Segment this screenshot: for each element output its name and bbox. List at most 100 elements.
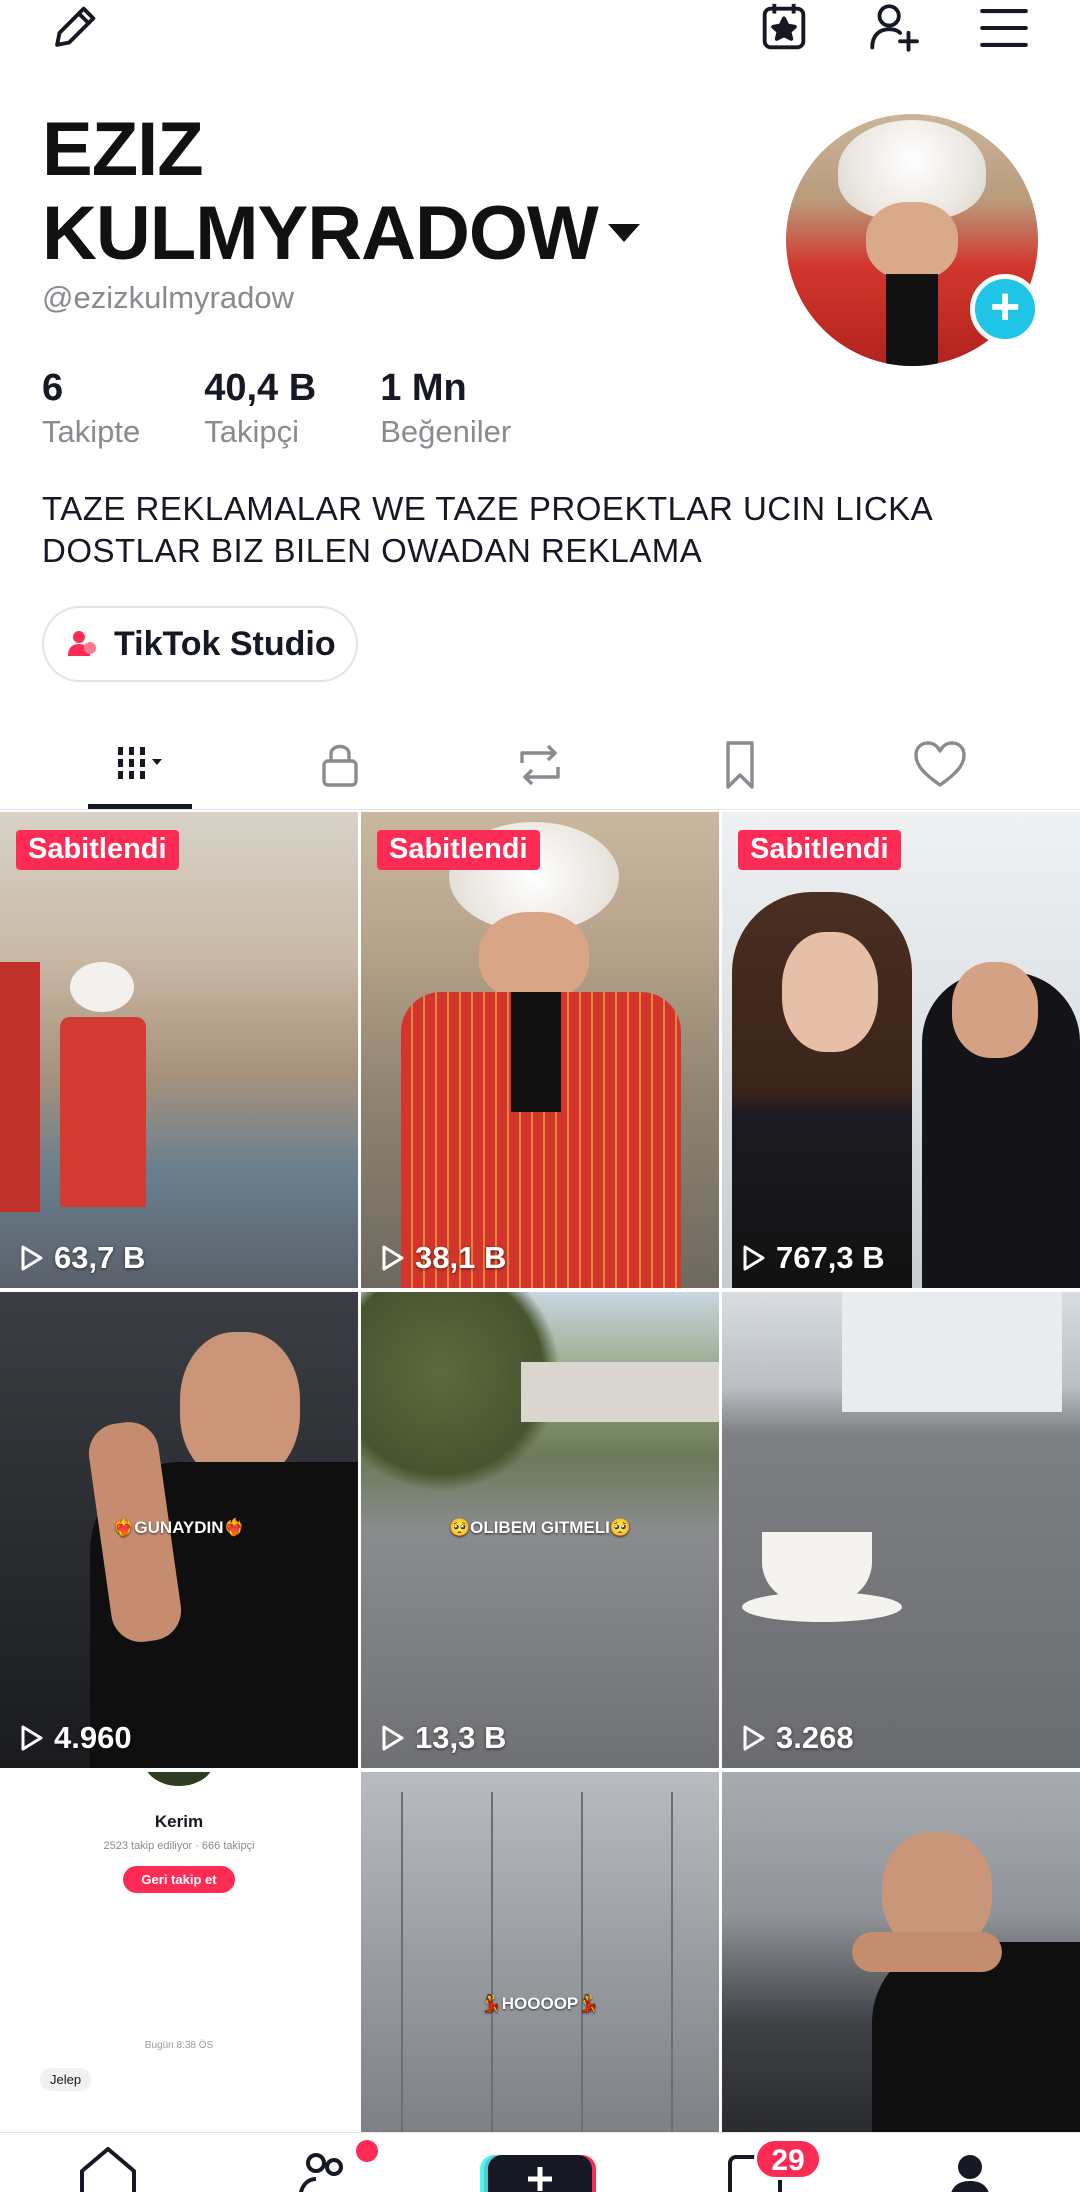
thumb-1-robes-rack-shape — [0, 962, 40, 1212]
menu-icon[interactable] — [972, 0, 1036, 56]
thumb-5-wall-shape — [521, 1362, 719, 1422]
thumb-6-saucer-shape — [742, 1592, 902, 1622]
play-icon — [382, 1725, 404, 1751]
tab-liked[interactable] — [880, 720, 1000, 810]
thumb-7-avatar-shape — [144, 1772, 214, 1786]
lock-icon — [322, 744, 358, 787]
thumb-8-locker-line-4 — [671, 1792, 673, 2132]
avatar-shirt-shape — [886, 274, 938, 366]
bio-line-1: TAZE REKLAMALAR WE TAZE PROEKTLAR UCIN L… — [42, 490, 934, 527]
stat-followers[interactable]: 40,4 B Takipçi — [204, 366, 316, 452]
repost-icon — [520, 744, 560, 786]
video-tile-1[interactable]: Sabitlendi 63,7 B — [0, 812, 358, 1288]
video-caption: ❤️‍🔥GUNAYDIN❤️‍🔥 — [113, 1518, 245, 1537]
add-friend-icon[interactable] — [862, 0, 926, 56]
thumb-8-locker-line-2 — [491, 1792, 493, 2132]
video-tile-3[interactable]: Sabitlendi 767,3 B — [722, 812, 1080, 1288]
view-count-value: 3.268 — [776, 1720, 854, 1755]
video-tile-9[interactable] — [722, 1772, 1080, 2132]
pinned-badge: Sabitlendi — [377, 830, 540, 870]
add-story-plus-icon[interactable]: + — [970, 274, 1040, 344]
mini-profile-name: Kerim — [154, 1812, 204, 1831]
thumb-1-hat-shape — [70, 962, 134, 1012]
stat-following-label: Takipte — [42, 414, 141, 449]
videos-grid-icon — [118, 747, 162, 779]
inbox-badge: 29 — [754, 2138, 822, 2180]
mini-chip: Jelep — [40, 2068, 92, 2091]
tab-reposts[interactable] — [480, 720, 600, 810]
pinned-badge: Sabitlendi — [738, 830, 901, 870]
thumb-2-face-shape — [479, 912, 589, 1002]
tab-private[interactable] — [280, 720, 400, 810]
profile-handle: @ezizkulmyradow — [42, 280, 294, 315]
video-tile-4[interactable]: ❤️‍🔥GUNAYDIN❤️‍🔥 4.960 — [0, 1292, 358, 1768]
stat-following-value: 6 — [42, 367, 64, 409]
thumb-6-gate-shape — [842, 1292, 1062, 1412]
bookmark-icon — [726, 741, 754, 789]
thumb-8-locker-line-1 — [401, 1792, 403, 2132]
video-caption: 💃HOOOOP💃 — [480, 1994, 600, 2013]
stat-likes-value: 1 Mn — [380, 367, 467, 409]
avatar-container[interactable]: + — [786, 114, 1040, 366]
friends-nav-icon[interactable] — [286, 2141, 366, 2192]
stat-likes-label: Beğeniler — [380, 414, 512, 449]
view-count: 3.268 — [738, 1720, 854, 1756]
top-bar — [0, 0, 1080, 70]
thumb-3-face-left-shape — [782, 932, 878, 1052]
pencil-icon[interactable] — [42, 0, 106, 56]
account-switch-caret-icon[interactable] — [607, 223, 640, 242]
view-count: 767,3 B — [738, 1240, 885, 1276]
stat-following[interactable]: 6 Takipte — [42, 366, 140, 452]
profile-stats: 6 Takipte 40,4 B Takipçi 1 Mn Beğeniler — [42, 366, 575, 452]
content-tabs — [0, 720, 1080, 810]
view-count: 38,1 B — [377, 1240, 506, 1276]
thumb-4-face-shape — [180, 1332, 300, 1482]
profile-name-line1: EZIZ — [42, 107, 204, 192]
tab-videos[interactable] — [80, 720, 200, 810]
pinned-badge: Sabitlendi — [16, 830, 179, 870]
video-tile-2[interactable]: Sabitlendi 38,1 B — [361, 812, 719, 1288]
view-count-value: 4.960 — [54, 1720, 132, 1755]
profile-name: EZIZ KULMYRADOW — [42, 108, 742, 276]
thumb-9-hand-shape — [852, 1932, 1002, 1972]
play-icon — [21, 1245, 43, 1271]
heart-icon — [914, 741, 966, 787]
home-nav-icon[interactable] — [68, 2141, 148, 2192]
view-count-value: 38,1 B — [415, 1240, 507, 1275]
view-count-value: 767,3 B — [776, 1240, 885, 1275]
active-tab-indicator — [88, 804, 192, 809]
calendar-star-icon[interactable] — [752, 0, 816, 56]
friends-notification-dot — [356, 2140, 378, 2162]
tiktok-studio-label: TikTok Studio — [114, 624, 336, 663]
play-icon — [382, 1245, 404, 1271]
thumb-1-robe-shape — [60, 1017, 146, 1207]
profile-name-line2: KULMYRADOW — [42, 191, 599, 276]
stat-followers-value: 40,4 B — [204, 367, 317, 409]
profile-nav-icon[interactable] — [930, 2141, 1010, 2192]
view-count-value: 63,7 B — [54, 1240, 146, 1275]
play-icon — [21, 1725, 43, 1751]
stat-likes[interactable]: 1 Mn Beğeniler — [380, 366, 511, 452]
view-count-value: 13,3 B — [415, 1720, 507, 1755]
avatar-face-shape — [866, 202, 958, 280]
view-count: 63,7 B — [16, 1240, 145, 1276]
thumb-3-face-right-shape — [952, 962, 1038, 1058]
video-tile-6[interactable]: 3.268 — [722, 1292, 1080, 1768]
tiktok-studio-button[interactable]: TikTok Studio — [42, 606, 358, 682]
video-tile-5[interactable]: 🥺OLIBEM GITMELI🥺 13,3 B — [361, 1292, 719, 1768]
mini-profile-meta: 2523 takip ediliyor · 666 takipçi — [103, 1840, 255, 1852]
thumb-7-screenshot: Kerim 2523 takip ediliyor · 666 takipçi … — [0, 1772, 358, 2132]
mini-timestamp: Bugün 8:38 ÖS — [144, 2040, 214, 2051]
video-tile-8[interactable]: 💃HOOOOP💃 — [361, 1772, 719, 2132]
tab-favorites[interactable] — [680, 720, 800, 810]
bottom-nav — [0, 2132, 1080, 2192]
bio-line-2: DOSTLAR BIZ BILEN OWADAN REKLAMA — [42, 532, 703, 569]
video-tile-7[interactable]: Kerim 2523 takip ediliyor · 666 takipçi … — [0, 1772, 358, 2132]
video-grid: Sabitlendi 63,7 B Sabitlendi 38,1 B Sabi… — [0, 812, 1080, 2132]
play-icon — [743, 1245, 765, 1271]
view-count: 4.960 — [16, 1720, 132, 1756]
studio-people-icon — [68, 631, 96, 656]
thumb-1-sign-shape — [0, 922, 358, 1002]
mini-follow-back-button: Geri takip et — [123, 1866, 235, 1893]
create-nav-button[interactable] — [480, 2141, 600, 2192]
